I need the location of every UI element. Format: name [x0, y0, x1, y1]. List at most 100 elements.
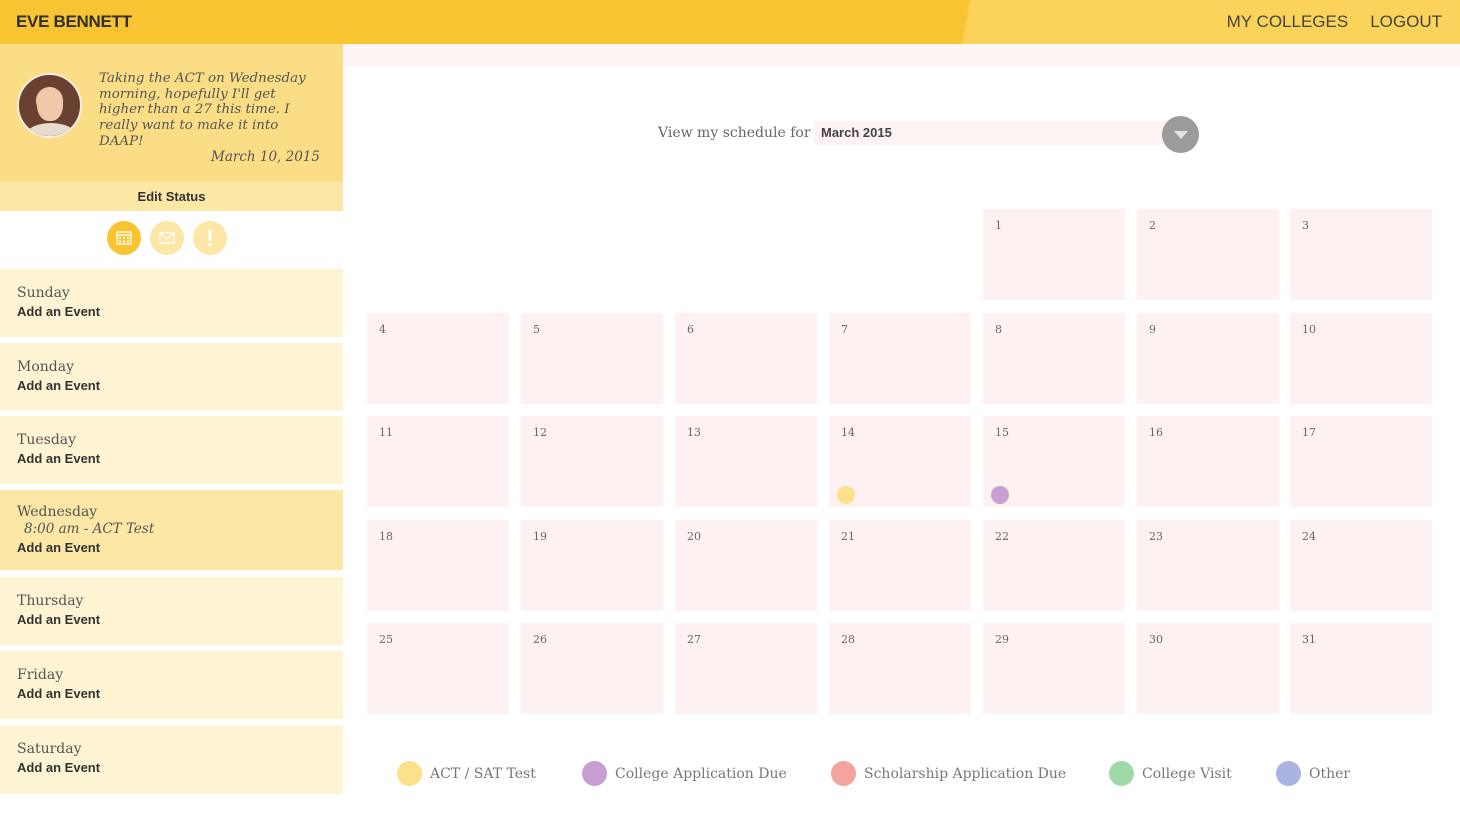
calendar-icon[interactable]: [107, 221, 141, 255]
legend-item: College Visit: [1109, 761, 1232, 786]
calendar-day-cell[interactable]: 9: [1137, 313, 1279, 404]
edit-status-button[interactable]: Edit Status: [0, 182, 343, 211]
day-number: 30: [1149, 633, 1163, 646]
status-text: Taking the ACT on Wednesday morning, hop…: [99, 71, 306, 149]
add-event-link[interactable]: Add an Event: [17, 612, 343, 627]
calendar-day-cell[interactable]: 24: [1290, 520, 1432, 611]
day-number: 3: [1302, 219, 1309, 232]
day-number: 23: [1149, 530, 1163, 543]
day-number: 8: [995, 323, 1002, 336]
day-name: Monday: [17, 359, 74, 375]
day-number: 12: [533, 426, 547, 439]
add-event-link[interactable]: Add an Event: [17, 686, 343, 701]
day-friday: Friday Add an Event: [0, 651, 343, 719]
calendar-day-cell[interactable]: 10: [1290, 313, 1432, 404]
legend-label: Scholarship Application Due: [864, 765, 1067, 782]
month-select[interactable]: March 2015: [814, 121, 1170, 145]
calendar-day-cell[interactable]: 27: [675, 623, 817, 714]
calendar-day-cell[interactable]: 23: [1137, 520, 1279, 611]
calendar-day-cell[interactable]: 29: [983, 623, 1125, 714]
day-number: 27: [687, 633, 701, 646]
calendar-day-cell[interactable]: 6: [675, 313, 817, 404]
day-number: 10: [1302, 323, 1316, 336]
add-event-link[interactable]: Add an Event: [17, 451, 343, 466]
nav-logout[interactable]: LOGOUT: [1370, 12, 1442, 32]
calendar-day-cell[interactable]: 28: [829, 623, 971, 714]
top-nav: MY COLLEGES LOGOUT: [1227, 12, 1442, 32]
legend-label: ACT / SAT Test: [430, 765, 536, 782]
add-event-link[interactable]: Add an Event: [17, 378, 343, 393]
calendar-day-cell[interactable]: 26: [521, 623, 663, 714]
day-sunday: Sunday Add an Event: [0, 269, 343, 337]
calendar-day-cell[interactable]: 17: [1290, 416, 1432, 507]
day-name: Friday: [17, 667, 64, 683]
avatar: [17, 73, 82, 138]
day-number: 26: [533, 633, 547, 646]
calendar-day-cell[interactable]: 31: [1290, 623, 1432, 714]
day-number: 24: [1302, 530, 1316, 543]
day-number: 4: [379, 323, 386, 336]
nav-my-colleges[interactable]: MY COLLEGES: [1227, 12, 1349, 32]
day-number: 22: [995, 530, 1009, 543]
day-number: 16: [1149, 426, 1163, 439]
day-name: Thursday: [17, 593, 84, 609]
event-dot[interactable]: [991, 486, 1009, 504]
legend-dot: [397, 761, 422, 786]
calendar-day-cell[interactable]: 16: [1137, 416, 1279, 507]
calendar-day-cell[interactable]: 15: [983, 416, 1125, 507]
legend-dot: [1109, 761, 1134, 786]
alert-icon[interactable]: [193, 221, 227, 255]
day-number: 1: [995, 219, 1002, 232]
user-name: EVE BENNETT: [16, 12, 132, 31]
schedule-label: View my schedule for: [658, 125, 811, 141]
day-number: 13: [687, 426, 701, 439]
calendar-day-cell[interactable]: 14: [829, 416, 971, 507]
day-number: 21: [841, 530, 855, 543]
top-bar: EVE BENNETT MY COLLEGES LOGOUT: [0, 0, 1460, 44]
calendar-day-cell[interactable]: 20: [675, 520, 817, 611]
day-number: 14: [841, 426, 855, 439]
calendar-day-cell[interactable]: 22: [983, 520, 1125, 611]
calendar-day-cell[interactable]: 2: [1137, 209, 1279, 300]
day-number: 5: [533, 323, 540, 336]
calendar-day-cell[interactable]: 7: [829, 313, 971, 404]
calendar-day-cell[interactable]: 11: [367, 416, 509, 507]
calendar-day-cell[interactable]: 25: [367, 623, 509, 714]
day-number: 17: [1302, 426, 1316, 439]
legend-label: College Visit: [1142, 765, 1232, 782]
calendar-day-cell[interactable]: 8: [983, 313, 1125, 404]
calendar-day-cell[interactable]: 19: [521, 520, 663, 611]
day-number: 31: [1302, 633, 1316, 646]
calendar-day-cell[interactable]: 30: [1137, 623, 1279, 714]
add-event-link[interactable]: Add an Event: [17, 760, 343, 775]
add-event-link[interactable]: Add an Event: [17, 304, 343, 319]
view-toggle-group: [107, 221, 227, 255]
chevron-down-icon[interactable]: [1162, 116, 1199, 153]
day-number: 2: [1149, 219, 1156, 232]
legend-dot: [831, 761, 856, 786]
day-name: Sunday: [17, 285, 70, 301]
calendar-day-cell[interactable]: 18: [367, 520, 509, 611]
legend-item: Other: [1276, 761, 1350, 786]
legend-dot: [582, 761, 607, 786]
calendar-day-cell[interactable]: 1: [983, 209, 1125, 300]
day-monday: Monday Add an Event: [0, 343, 343, 411]
day-number: 9: [1149, 323, 1156, 336]
calendar-day-cell[interactable]: 3: [1290, 209, 1432, 300]
calendar-day-cell[interactable]: 5: [521, 313, 663, 404]
legend-label: Other: [1309, 765, 1351, 782]
day-number: 25: [379, 633, 393, 646]
event-dot[interactable]: [837, 486, 855, 504]
add-event-link[interactable]: Add an Event: [17, 540, 343, 555]
calendar-day-cell[interactable]: 12: [521, 416, 663, 507]
legend-dot: [1276, 761, 1301, 786]
day-number: 7: [841, 323, 848, 336]
sidebar: Taking the ACT on Wednesday morning, hop…: [0, 44, 343, 822]
status-date: March 10, 2015: [211, 149, 320, 165]
mail-icon[interactable]: [150, 221, 184, 255]
calendar-day-cell[interactable]: 21: [829, 520, 971, 611]
calendar-day-cell[interactable]: 4: [367, 313, 509, 404]
legend-item: College Application Due: [582, 761, 787, 786]
day-number: 15: [995, 426, 1009, 439]
calendar-day-cell[interactable]: 13: [675, 416, 817, 507]
